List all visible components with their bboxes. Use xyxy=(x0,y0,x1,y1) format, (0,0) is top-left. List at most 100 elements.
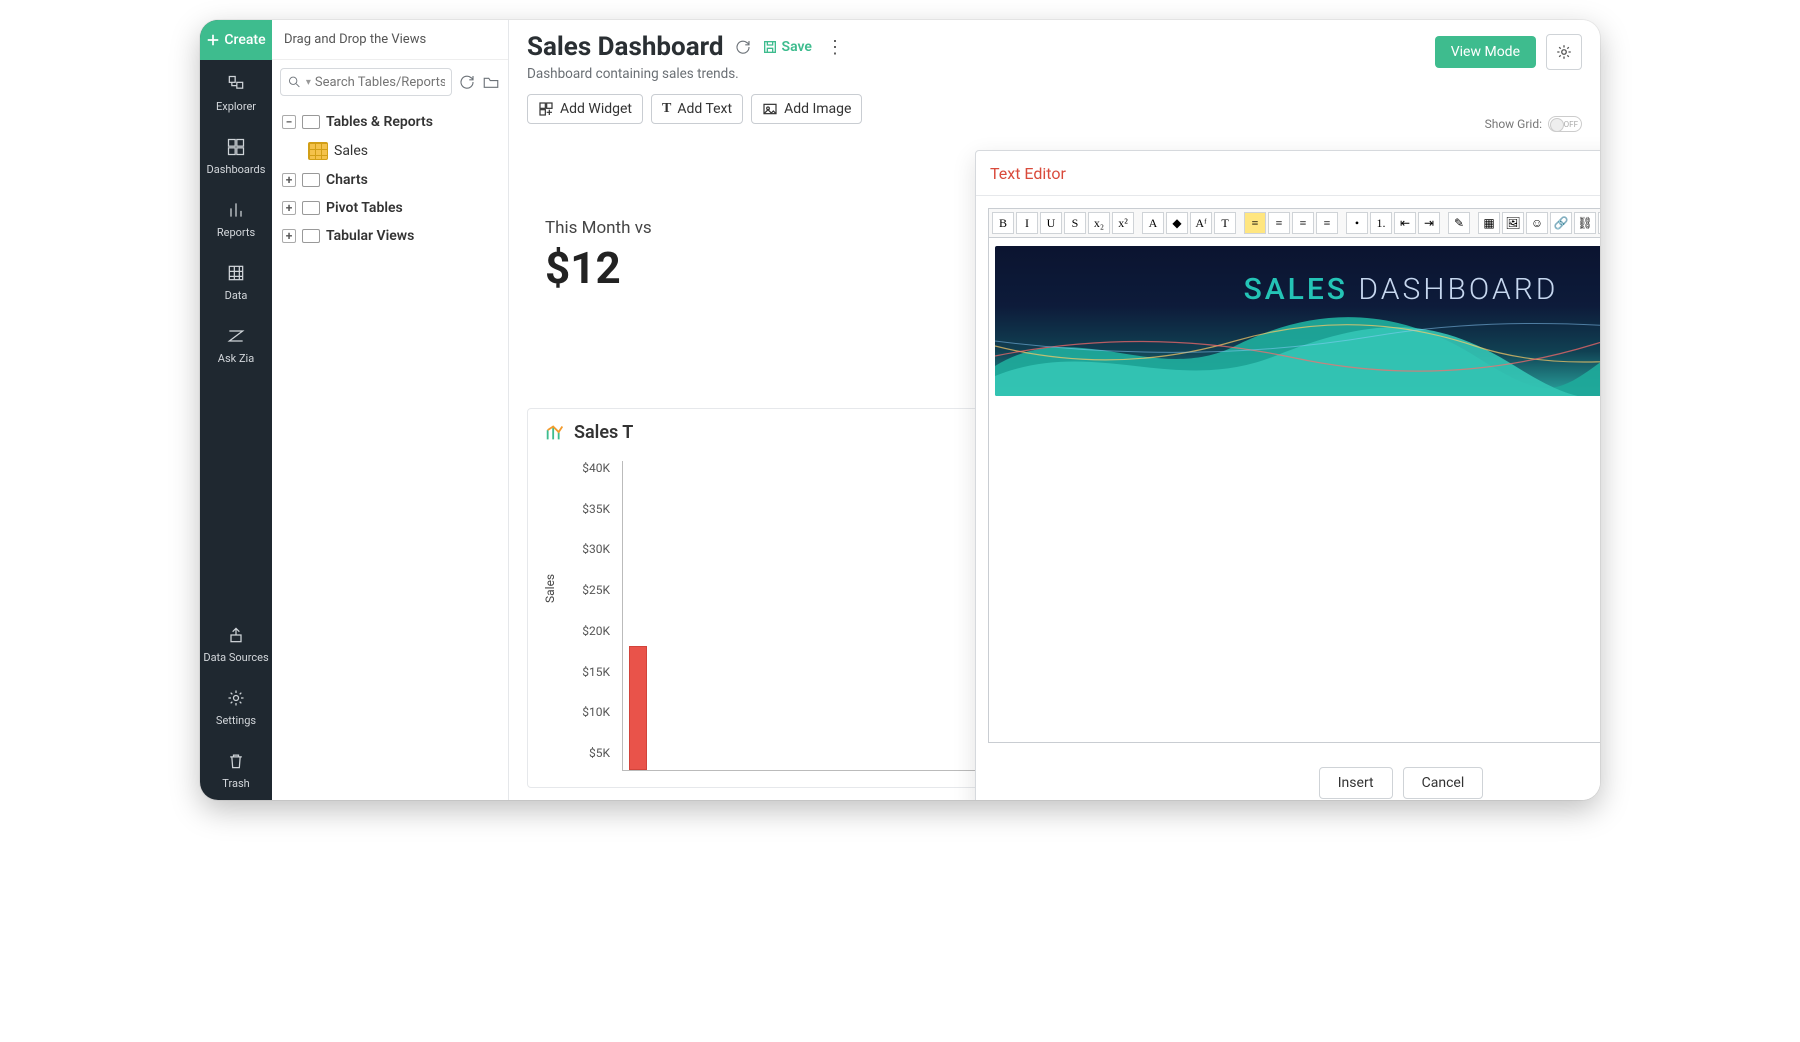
editor-list-ul-button[interactable]: • xyxy=(1346,212,1368,234)
settings-button[interactable] xyxy=(1546,34,1582,70)
collapse-icon[interactable]: − xyxy=(282,115,296,129)
editor-align-right-button[interactable]: ≡ xyxy=(1292,212,1314,234)
editor-font-button[interactable]: Aᶠ xyxy=(1190,212,1212,234)
cancel-button[interactable]: Cancel xyxy=(1403,767,1484,799)
view-mode-button[interactable]: View Mode xyxy=(1435,36,1536,68)
add-image-button[interactable]: Add Image xyxy=(751,94,862,124)
folder-icon xyxy=(302,201,320,215)
chart-icon xyxy=(544,421,566,443)
explorer-hint: Drag and Drop the Views xyxy=(272,20,508,60)
tree-label: Sales xyxy=(334,143,368,159)
nav-settings[interactable]: Settings xyxy=(200,674,272,737)
nav-label: Data Sources xyxy=(203,651,268,664)
add-widget-button[interactable]: Add Widget xyxy=(527,94,643,124)
btn-label: Add Text xyxy=(677,101,732,117)
editor-outdent-button[interactable]: ⇤ xyxy=(1394,212,1416,234)
add-text-button[interactable]: T Add Text xyxy=(651,94,743,124)
refresh-icon[interactable] xyxy=(734,38,752,56)
explorer-icon xyxy=(226,74,246,94)
y-tick: $15K xyxy=(544,665,610,679)
plus-icon xyxy=(206,33,220,47)
editor-align-center-button[interactable]: ≡ xyxy=(1268,212,1290,234)
nav-label: Explorer xyxy=(216,100,256,113)
nav-data[interactable]: Data xyxy=(200,249,272,312)
editor-unlink-button[interactable]: ⛓ xyxy=(1574,212,1596,234)
tree-label: Pivot Tables xyxy=(326,200,403,216)
widget-icon xyxy=(538,101,554,117)
editor-underline-button[interactable]: U xyxy=(1040,212,1062,234)
editor-indent-button[interactable]: ⇥ xyxy=(1418,212,1440,234)
create-label: Create xyxy=(224,32,265,48)
btn-label: Add Image xyxy=(784,101,851,117)
explorer-panel: Drag and Drop the Views ▾ − Tables & Rep… xyxy=(272,20,509,800)
chevron-down-icon: ▾ xyxy=(306,77,311,88)
search-icon xyxy=(287,73,302,91)
insert-button[interactable]: Insert xyxy=(1319,767,1393,799)
editor-clear-format-button[interactable]: ✎ xyxy=(1448,212,1470,234)
folder-icon xyxy=(302,173,320,187)
editor-canvas[interactable]: SALES DASHBOARD xyxy=(988,237,1600,743)
more-menu-button[interactable]: ⋮ xyxy=(822,37,848,58)
kpi-card[interactable]: This Month vs $12 xyxy=(527,200,827,330)
toggle-off-label: OFF xyxy=(1564,120,1578,129)
nav-label: Data xyxy=(225,289,248,302)
editor-table-button[interactable]: ▦ xyxy=(1478,212,1500,234)
page-title: Sales Dashboard xyxy=(527,32,724,62)
editor-list-ol-button[interactable]: 1. xyxy=(1370,212,1392,234)
tree: − Tables & Reports Sales + Charts + Pivo… xyxy=(272,104,508,258)
nav-reports[interactable]: Reports xyxy=(200,186,272,249)
save-label: Save xyxy=(782,39,812,55)
save-icon xyxy=(762,39,778,55)
editor-font-size-button[interactable]: T xyxy=(1214,212,1236,234)
nav-data-sources[interactable]: Data Sources xyxy=(200,611,272,674)
nav-ask-zia[interactable]: Ask Zia xyxy=(200,312,272,375)
tree-label: Charts xyxy=(326,172,368,188)
folder-icon xyxy=(302,229,320,243)
tree-folder-charts[interactable]: + Charts xyxy=(280,166,500,194)
editor-hr-button[interactable]: ≔ xyxy=(1598,212,1600,234)
editor-superscript-button[interactable]: x² xyxy=(1112,212,1134,234)
search-input[interactable] xyxy=(315,75,445,90)
image-icon xyxy=(762,101,778,117)
editor-bg-color-button[interactable]: ◆ xyxy=(1166,212,1188,234)
nav-label: Trash xyxy=(222,777,249,790)
nav-dashboards[interactable]: Dashboards xyxy=(200,123,272,186)
y-tick: $30K xyxy=(544,542,610,556)
expand-icon[interactable]: + xyxy=(282,173,296,187)
tree-folder-pivot[interactable]: + Pivot Tables xyxy=(280,194,500,222)
gear-icon xyxy=(1555,43,1573,61)
expand-icon[interactable]: + xyxy=(282,229,296,243)
editor-subscript-button[interactable]: x₂ xyxy=(1088,212,1110,234)
left-nav: Create Explorer Dashboards Reports Data … xyxy=(200,20,272,800)
data-sources-icon xyxy=(226,625,246,645)
bar xyxy=(629,646,647,770)
modal-title: Text Editor xyxy=(990,164,1066,183)
data-icon xyxy=(226,263,246,283)
editor-emoji-button[interactable]: ☺ xyxy=(1526,212,1548,234)
nav-explorer[interactable]: Explorer xyxy=(200,60,272,123)
editor-bold-button[interactable]: B xyxy=(992,212,1014,234)
chart-title: Sales T xyxy=(574,422,633,443)
save-button[interactable]: Save xyxy=(762,39,812,55)
search-input-wrap[interactable]: ▾ xyxy=(280,68,452,96)
editor-italic-button[interactable]: I xyxy=(1016,212,1038,234)
refresh-icon[interactable] xyxy=(458,73,476,91)
tree-leaf-sales[interactable]: Sales xyxy=(280,136,500,166)
tree-folder-tabular[interactable]: + Tabular Views xyxy=(280,222,500,250)
zia-icon xyxy=(226,326,246,346)
editor-image-button[interactable]: 🖼 xyxy=(1502,212,1524,234)
editor-strike-button[interactable]: S xyxy=(1064,212,1086,234)
editor-align-left-button[interactable]: ≡ xyxy=(1244,212,1266,234)
editor-text-color-button[interactable]: A xyxy=(1142,212,1164,234)
nav-label: Dashboards xyxy=(207,163,266,176)
editor-align-justify-button[interactable]: ≡ xyxy=(1316,212,1338,234)
reports-icon xyxy=(226,200,246,220)
editor-link-button[interactable]: 🔗 xyxy=(1550,212,1572,234)
nav-trash[interactable]: Trash xyxy=(200,737,272,800)
expand-icon[interactable]: + xyxy=(282,201,296,215)
tree-root[interactable]: − Tables & Reports xyxy=(280,108,500,136)
new-folder-icon[interactable] xyxy=(482,73,500,91)
nav-label: Reports xyxy=(217,226,255,239)
create-button[interactable]: Create xyxy=(200,20,272,60)
show-grid-toggle[interactable]: OFF xyxy=(1548,116,1582,132)
